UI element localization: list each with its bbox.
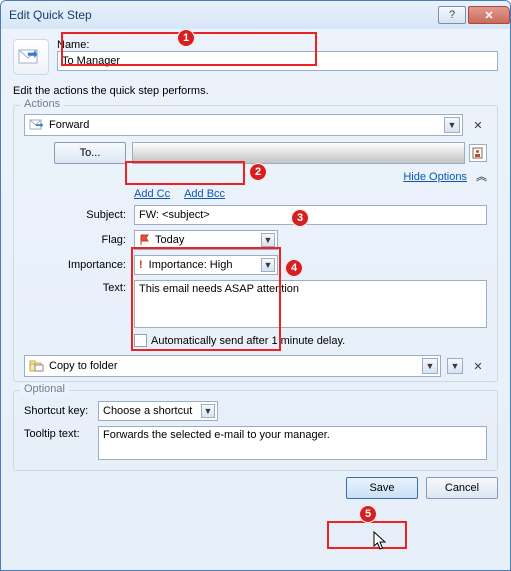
importance-value: Importance: High <box>149 259 233 271</box>
cursor-icon <box>373 531 389 551</box>
help-button[interactable]: ? <box>438 6 466 24</box>
text-input[interactable]: This email needs ASAP attention <box>134 280 487 328</box>
instruction-text: Edit the actions the quick step performs… <box>13 85 498 97</box>
actions-group: Actions Forward ▼ ✕ To... <box>13 105 498 382</box>
forward-icon <box>29 118 45 132</box>
address-book-icon <box>472 147 484 159</box>
action1-combo[interactable]: Forward ▼ <box>24 114 463 136</box>
dialog-window: Edit Quick Step ? ✕ Name: Edit the actio… <box>0 0 511 571</box>
name-label: Name: <box>57 39 498 51</box>
titlebar: Edit Quick Step ? ✕ <box>1 1 510 29</box>
help-icon: ? <box>449 9 455 21</box>
delete-action2-button[interactable]: ✕ <box>469 357 487 375</box>
action2-label: Copy to folder <box>49 360 117 372</box>
x-icon: ✕ <box>473 119 482 132</box>
action2-combo[interactable]: Copy to folder ▼ <box>24 355 441 377</box>
subject-input[interactable] <box>134 205 487 225</box>
annotation-box-5 <box>327 521 407 549</box>
autosend-label: Automatically send after 1 minute delay. <box>151 335 345 347</box>
envelope-forward-icon <box>18 47 44 67</box>
text-value: This email needs ASAP attention <box>139 283 299 295</box>
copy-folder-icon <box>29 359 45 373</box>
shortcut-label: Shortcut key: <box>24 405 98 417</box>
content-area: Name: Edit the actions the quick step pe… <box>1 29 510 570</box>
close-button[interactable]: ✕ <box>468 6 510 24</box>
chevron-up-icon: ︽ <box>476 171 487 183</box>
add-bcc-link[interactable]: Add Bcc <box>184 188 225 200</box>
shortcut-combo[interactable]: Choose a shortcut ▼ <box>98 401 218 421</box>
add-cc-link[interactable]: Add Cc <box>134 188 170 200</box>
annotation-number-5: 5 <box>359 505 377 523</box>
delete-action1-button[interactable]: ✕ <box>469 116 487 134</box>
action2-expand-button[interactable]: ▼ <box>447 358 463 374</box>
chevron-down-icon: ▼ <box>451 361 460 371</box>
optional-legend: Optional <box>20 383 69 395</box>
flag-combo[interactable]: Today ▼ <box>134 230 278 250</box>
tooltip-value: Forwards the selected e-mail to your man… <box>103 429 330 441</box>
chevron-down-icon: ▼ <box>201 404 215 418</box>
close-icon: ✕ <box>484 9 493 22</box>
to-field[interactable] <box>132 142 465 164</box>
name-input[interactable] <box>57 51 498 71</box>
tooltip-label: Tooltip text: <box>24 426 98 440</box>
shortcut-value: Choose a shortcut <box>103 405 192 417</box>
importance-combo[interactable]: ! Importance: High ▼ <box>134 255 278 275</box>
subject-label: Subject: <box>54 209 134 221</box>
importance-high-icon: ! <box>139 259 143 271</box>
cancel-button[interactable]: Cancel <box>426 477 498 499</box>
action1-label: Forward <box>49 119 89 131</box>
chevron-down-icon: ▼ <box>261 233 275 247</box>
address-book-button[interactable] <box>469 144 487 162</box>
flag-value: Today <box>155 234 184 246</box>
flag-label: Flag: <box>54 234 134 246</box>
autosend-checkbox[interactable] <box>134 334 147 347</box>
tooltip-input[interactable]: Forwards the selected e-mail to your man… <box>98 426 487 460</box>
window-title: Edit Quick Step <box>9 8 436 22</box>
flag-icon <box>139 234 151 246</box>
to-button[interactable]: To... <box>54 142 126 164</box>
text-label: Text: <box>54 280 134 294</box>
chevron-down-icon: ▼ <box>444 117 460 133</box>
importance-label: Importance: <box>54 259 134 271</box>
chevron-down-icon: ▼ <box>261 258 275 272</box>
optional-group: Optional Shortcut key: Choose a shortcut… <box>13 390 498 471</box>
hide-options-link[interactable]: Hide Options <box>403 171 467 183</box>
save-button[interactable]: Save <box>346 477 418 499</box>
quickstep-icon <box>13 39 49 75</box>
chevron-down-icon: ▼ <box>422 358 438 374</box>
x-icon: ✕ <box>473 360 482 373</box>
actions-legend: Actions <box>20 98 64 110</box>
